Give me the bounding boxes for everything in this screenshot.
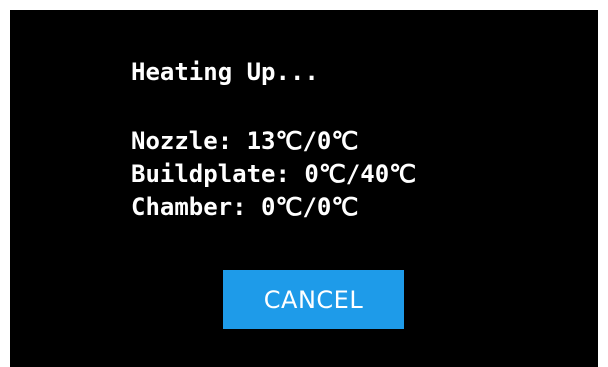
buildplate-temperature: Buildplate: 0℃/40℃: [131, 160, 417, 188]
chamber-temperature: Chamber: 0℃/0℃: [131, 193, 359, 221]
temperature-readouts: Nozzle: 13℃/0℃ Buildplate: 0℃/40℃ Chambe…: [131, 125, 416, 224]
heating-title: Heating Up...: [131, 58, 319, 86]
nozzle-temperature: Nozzle: 13℃/0℃: [131, 127, 359, 155]
cancel-button[interactable]: CANCEL: [223, 270, 404, 329]
heating-screen: Heating Up... Nozzle: 13℃/0℃ Buildplate:…: [10, 10, 598, 367]
